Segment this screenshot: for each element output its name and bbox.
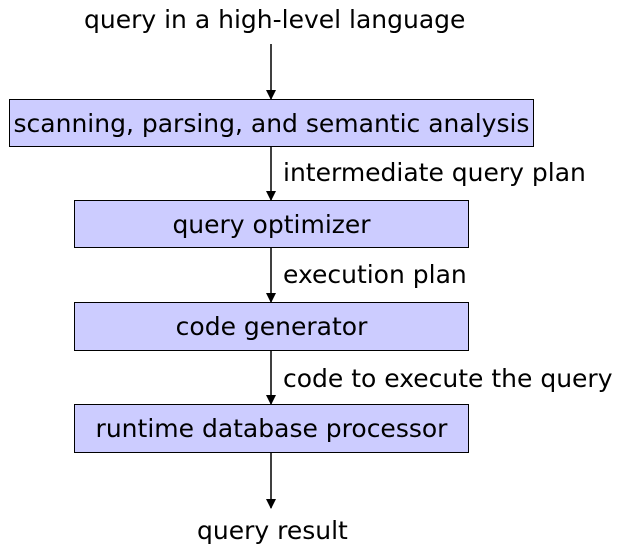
query-processing-diagram: query in a high-level language scanning,… — [0, 0, 623, 552]
edge-label-intermediate-query-plan: intermediate query plan — [283, 158, 586, 187]
stage-label: query optimizer — [172, 209, 371, 239]
stage-code-generator: code generator — [74, 302, 469, 351]
stage-label: scanning, parsing, and semantic analysis — [13, 108, 530, 138]
stage-scanning-parsing-semantic-analysis: scanning, parsing, and semantic analysis — [9, 99, 534, 147]
stage-label: code generator — [175, 312, 368, 341]
stage-query-optimizer: query optimizer — [74, 200, 469, 248]
stage-runtime-database-processor: runtime database processor — [74, 404, 469, 453]
edge-label-code-to-execute-the-query: code to execute the query — [283, 364, 613, 393]
input-label: query in a high-level language — [84, 5, 466, 34]
edge-label-execution-plan: execution plan — [283, 260, 467, 289]
output-label: query result — [197, 516, 348, 545]
stage-label: runtime database processor — [95, 414, 448, 443]
